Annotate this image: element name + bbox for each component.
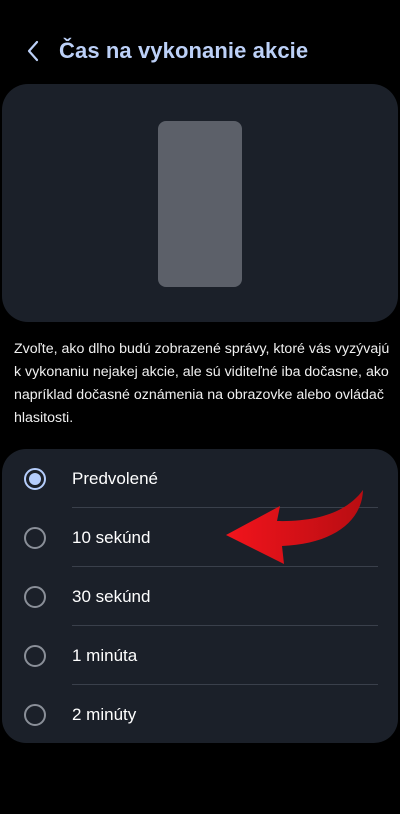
radio-button[interactable]: [24, 526, 46, 549]
radio-button[interactable]: [24, 703, 46, 726]
options-list: Predvolené 10 sekúnd 30 sekúnd 1 minúta …: [2, 449, 398, 743]
radio-button[interactable]: [24, 585, 46, 608]
back-button[interactable]: [18, 36, 48, 66]
option-1-minute[interactable]: 1 minúta: [2, 626, 398, 685]
option-label: 30 sekúnd: [72, 586, 151, 606]
option-label: 2 minúty: [72, 704, 137, 724]
preview-card: [2, 84, 398, 322]
option-2-minutes[interactable]: 2 minúty: [2, 685, 398, 743]
radio-button[interactable]: [24, 644, 46, 667]
option-label: 1 minúta: [72, 645, 138, 665]
radio-button-selected[interactable]: [24, 467, 46, 490]
option-10-seconds[interactable]: 10 sekúnd: [2, 508, 398, 567]
option-label: 10 sekúnd: [72, 527, 151, 547]
option-default[interactable]: Predvolené: [2, 449, 398, 508]
option-30-seconds[interactable]: 30 sekúnd: [2, 567, 398, 626]
option-label: Predvolené: [72, 468, 159, 488]
phone-preview: [158, 121, 242, 287]
description-text: Zvoľte, ako dlho budú zobrazené správy, …: [14, 341, 390, 426]
page-title: Čas na vykonanie akcie: [59, 38, 309, 63]
chevron-left-icon: [27, 40, 39, 62]
